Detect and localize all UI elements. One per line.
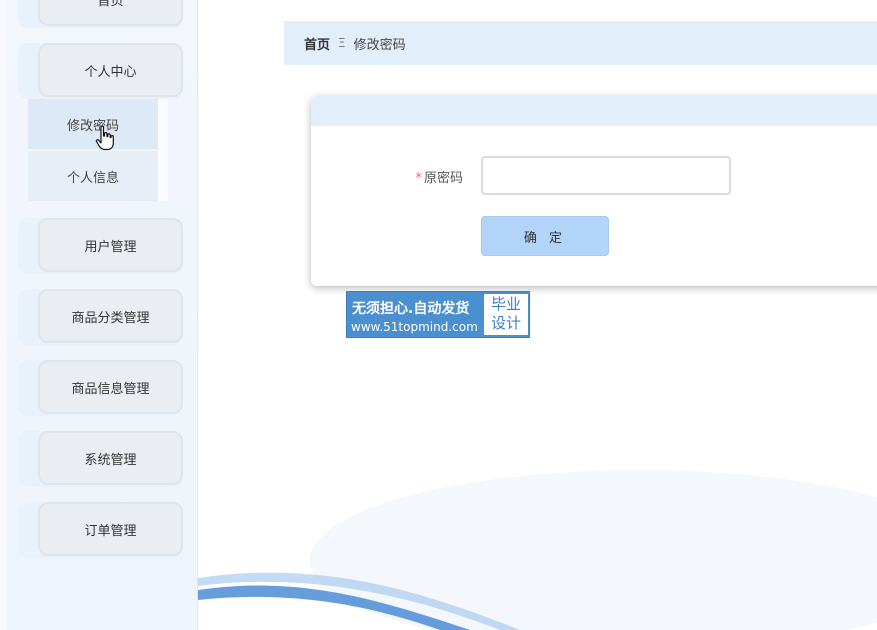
breadcrumb-home-link[interactable]: 首页 (304, 34, 330, 53)
old-password-label-text: 原密码 (423, 171, 463, 186)
sidebar-item-label: 商品信息管理 (71, 381, 150, 397)
sidebar: 首页 个人中心 修改密码 个人信息 用户管理 商品分类管理 商品信息管理 系统管… (0, 0, 198, 630)
sidebar-item-label: 个人中心 (84, 64, 137, 80)
old-password-label: * 原密码 (381, 167, 463, 186)
submenu-divider (158, 99, 168, 201)
sidebar-item-label: 商品分类管理 (71, 310, 150, 326)
badge-url: www.51topmind.com (351, 320, 478, 334)
sidebar-item-label: 首页 (97, 0, 124, 9)
breadcrumb-current: 修改密码 (353, 37, 406, 53)
sidebar-item-label: 系统管理 (84, 452, 137, 468)
badge-right-panel: 毕业 设计 (484, 294, 528, 335)
breadcrumb: 首页 Ξ 修改密码 (284, 21, 877, 65)
badge-slogan: 无须担心.自动发货 (352, 301, 470, 317)
badge-left-panel: 无须担心.自动发货 www.51topmind.com (347, 292, 483, 337)
old-password-input[interactable] (481, 156, 731, 195)
sidebar-item-label: 订单管理 (84, 523, 137, 539)
required-mark: * (415, 171, 422, 186)
hand-cursor-icon (95, 125, 114, 151)
sidebar-item-label: 用户管理 (84, 239, 137, 255)
sidebar-edge (0, 0, 6, 630)
sidebar-item-home[interactable]: 首页 (18, 0, 183, 28)
breadcrumb-separator-icon: Ξ (338, 36, 346, 50)
sidebar-item-personal-center[interactable]: 个人中心 (18, 43, 183, 99)
sidebar-item-product-management[interactable]: 商品信息管理 (18, 360, 183, 416)
sidebar-item-user-management[interactable]: 用户管理 (18, 218, 183, 274)
badge-right-bottom: 设计 (490, 314, 521, 332)
sidebar-item-order-management[interactable]: 订单管理 (18, 502, 183, 558)
personal-center-submenu: 修改密码 个人信息 (28, 99, 168, 201)
submenu-item-personal-info[interactable]: 个人信息 (28, 151, 158, 201)
submenu-item-change-password[interactable]: 修改密码 (28, 99, 158, 149)
badge-right-top: 毕业 (490, 295, 521, 313)
confirm-button[interactable]: 确 定 (481, 216, 609, 256)
card-header (311, 96, 877, 126)
change-password-card: * 原密码 确 定 (311, 96, 877, 286)
sidebar-item-category-management[interactable]: 商品分类管理 (18, 289, 183, 345)
submenu-item-label: 个人信息 (66, 170, 119, 186)
sidebar-item-system-management[interactable]: 系统管理 (18, 431, 183, 487)
watermark-badge: 无须担心.自动发货 www.51topmind.com 毕业 设计 (346, 291, 530, 338)
